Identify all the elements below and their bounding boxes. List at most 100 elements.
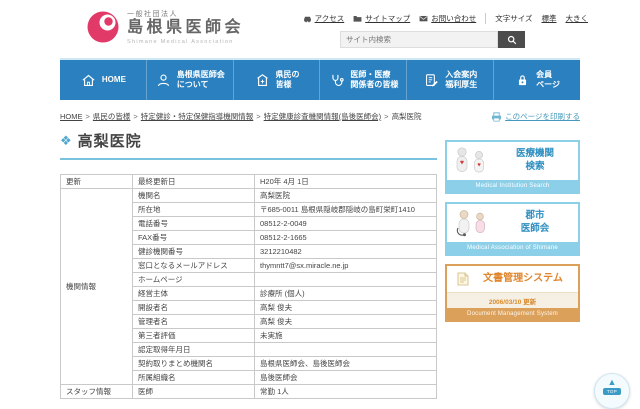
folder-icon xyxy=(353,14,362,23)
site-logo[interactable]: 一般社団法人 島根県医師会 Shimane Medical Associatio… xyxy=(86,9,244,45)
page-title-block: ❖ 高梨医院 xyxy=(60,130,437,160)
clinic-info-table: 更新 最終更新日 H20年 4月 1日 機関情報 機関名 高梨医院 所在地 〒6… xyxy=(60,174,437,399)
value-cell: 3212210482 xyxy=(255,245,437,259)
people-hearts-icon: ♥ ♥ xyxy=(452,146,494,176)
value-cell xyxy=(255,343,437,357)
document-pen-icon xyxy=(423,72,440,89)
nav-member-page[interactable]: 会員ページ xyxy=(493,60,580,100)
contact-link[interactable]: お問い合わせ xyxy=(419,13,476,24)
nav-medical-staff[interactable]: 医師・医療関係者の皆様 xyxy=(319,60,406,100)
label-cell: 電話番号 xyxy=(133,217,255,231)
font-size-large[interactable]: 大きく xyxy=(566,13,589,24)
car-icon xyxy=(303,14,312,23)
stethoscope-icon xyxy=(328,72,345,89)
breadcrumb-current: 高梨医院 xyxy=(392,111,422,122)
banner-subtitle: Medical Association of Shimane xyxy=(447,242,578,254)
group-cell: 機関情報 xyxy=(61,189,133,385)
breadcrumb-residents[interactable]: 県民の皆様 xyxy=(93,111,131,122)
label-cell: FAX番号 xyxy=(133,231,255,245)
breadcrumb-separator: > xyxy=(86,112,90,121)
banner-update-badge: 2006/03/10 更新 xyxy=(447,292,578,308)
label-cell: 機関名 xyxy=(133,189,255,203)
label-cell: 管理者名 xyxy=(133,315,255,329)
value-cell: thymntt7@sx.miracle.ne.jp xyxy=(255,259,437,273)
breadcrumb: HOME > 県民の皆様 > 特定健診・特定保健指導機関情報 > 特定健康診査機… xyxy=(60,111,422,122)
nav-about[interactable]: 島根県医師会について xyxy=(146,60,233,100)
label-cell: 所在地 xyxy=(133,203,255,217)
label-cell: 開設者名 xyxy=(133,301,255,315)
value-cell: 高梨 俊夫 xyxy=(255,315,437,329)
page-top-label: TOP xyxy=(603,388,621,395)
lock-icon xyxy=(514,72,531,89)
label-cell: ホームページ xyxy=(133,273,255,287)
person-icon xyxy=(155,72,172,89)
label-cell: 第三者評価 xyxy=(133,329,255,343)
value-cell: 高梨 俊夫 xyxy=(255,301,437,315)
svg-text:♥: ♥ xyxy=(477,163,481,169)
breadcrumb-separator: > xyxy=(133,112,137,121)
banner-title: 郡市医師会 xyxy=(497,210,573,236)
value-cell: 08512-2-1665 xyxy=(255,231,437,245)
header: 一般社団法人 島根県医師会 Shimane Medical Associatio… xyxy=(0,0,640,58)
diamond-icon: ❖ xyxy=(60,134,72,147)
org-type: 一般社団法人 xyxy=(127,9,244,19)
banner-medical-institution-search[interactable]: ♥ ♥ 医療機関検索 Medical Institution Search xyxy=(445,140,580,194)
font-size-label: 文字サイズ xyxy=(495,13,532,24)
banner-city-medical-association[interactable]: 郡市医師会 Medical Association of Shimane xyxy=(445,202,580,256)
breadcrumb-home[interactable]: HOME xyxy=(60,112,83,121)
doctors-icon xyxy=(452,208,494,238)
search-button[interactable] xyxy=(498,31,525,48)
banner-title: 医療機関検索 xyxy=(497,148,573,174)
breadcrumb-separator: > xyxy=(256,112,260,121)
label-cell: 経営主体 xyxy=(133,287,255,301)
main-content: ❖ 高梨医院 更新 最終更新日 H20年 4月 1日 機関情報 機関名 高梨医院… xyxy=(60,130,580,399)
breadcrumb-row: HOME > 県民の皆様 > 特定健診・特定保健指導機関情報 > 特定健康診査機… xyxy=(60,111,580,122)
search-input[interactable] xyxy=(340,31,498,48)
table-row: スタッフ情報 医師 常勤 1人 xyxy=(61,385,437,399)
logo-mark-icon xyxy=(86,10,120,44)
site-search xyxy=(340,31,525,48)
value-cell: 島後医師会 xyxy=(255,371,437,385)
sidebar-banners: ♥ ♥ 医療機関検索 Medical Institution Search xyxy=(445,140,580,399)
banner-subtitle: Medical Institution Search xyxy=(447,180,578,192)
print-page-link[interactable]: このページを印刷する xyxy=(491,111,580,122)
nav-residents[interactable]: 県民の皆様 xyxy=(233,60,320,100)
page-top-button[interactable]: ▲ TOP xyxy=(594,373,630,409)
group-cell: スタッフ情報 xyxy=(61,385,133,399)
value-cell: 08512-2-0049 xyxy=(255,217,437,231)
printer-icon xyxy=(491,112,502,122)
logo-text: 一般社団法人 島根県医師会 Shimane Medical Associatio… xyxy=(127,9,244,45)
value-cell: 高梨医院 xyxy=(255,189,437,203)
label-cell: 窓口となるメールアドレス xyxy=(133,259,255,273)
search-icon xyxy=(507,35,517,45)
utility-nav: アクセス サイトマップ お問い合わせ 文字サイズ 標準 大きく xyxy=(303,13,588,24)
sitemap-link[interactable]: サイトマップ xyxy=(353,13,410,24)
utility-divider xyxy=(485,13,486,24)
nav-home[interactable]: HOME xyxy=(60,60,146,100)
breadcrumb-kenshin-info[interactable]: 特定健診・特定保健指導機関情報 xyxy=(141,111,254,122)
label-cell: 認定取得年月日 xyxy=(133,343,255,357)
mail-icon xyxy=(419,14,428,23)
access-link[interactable]: アクセス xyxy=(303,13,345,24)
banner-document-management[interactable]: 文書管理システム 2006/03/10 更新 Document Manageme… xyxy=(445,264,580,322)
clinic-detail: ❖ 高梨医院 更新 最終更新日 H20年 4月 1日 機関情報 機関名 高梨医院… xyxy=(60,130,437,399)
table-row: 更新 最終更新日 H20年 4月 1日 xyxy=(61,175,437,189)
value-cell: H20年 4月 1日 xyxy=(255,175,437,189)
org-name: 島根県医師会 xyxy=(127,19,244,37)
arrow-up-icon: ▲ xyxy=(608,378,617,387)
group-cell: 更新 xyxy=(61,175,133,189)
value-cell xyxy=(255,273,437,287)
label-cell: 健診機関番号 xyxy=(133,245,255,259)
banner-title: 文書管理システム xyxy=(473,272,573,286)
label-cell: 契約取りまとめ機関名 xyxy=(133,357,255,371)
label-cell: 所属組織名 xyxy=(133,371,255,385)
hospital-icon xyxy=(254,72,271,89)
table-row: 機関情報 機関名 高梨医院 xyxy=(61,189,437,203)
page-title: 高梨医院 xyxy=(78,130,142,151)
label-cell: 医師 xyxy=(133,385,255,399)
breadcrumb-dozen-list[interactable]: 特定健康診査機関情報(島後医師会) xyxy=(264,111,382,122)
nav-membership[interactable]: 入会案内福利厚生 xyxy=(406,60,493,100)
value-cell: 常勤 1人 xyxy=(255,385,437,399)
font-size-standard[interactable]: 標準 xyxy=(542,13,557,24)
value-cell: 島根県医師会、島後医師会 xyxy=(255,357,437,371)
